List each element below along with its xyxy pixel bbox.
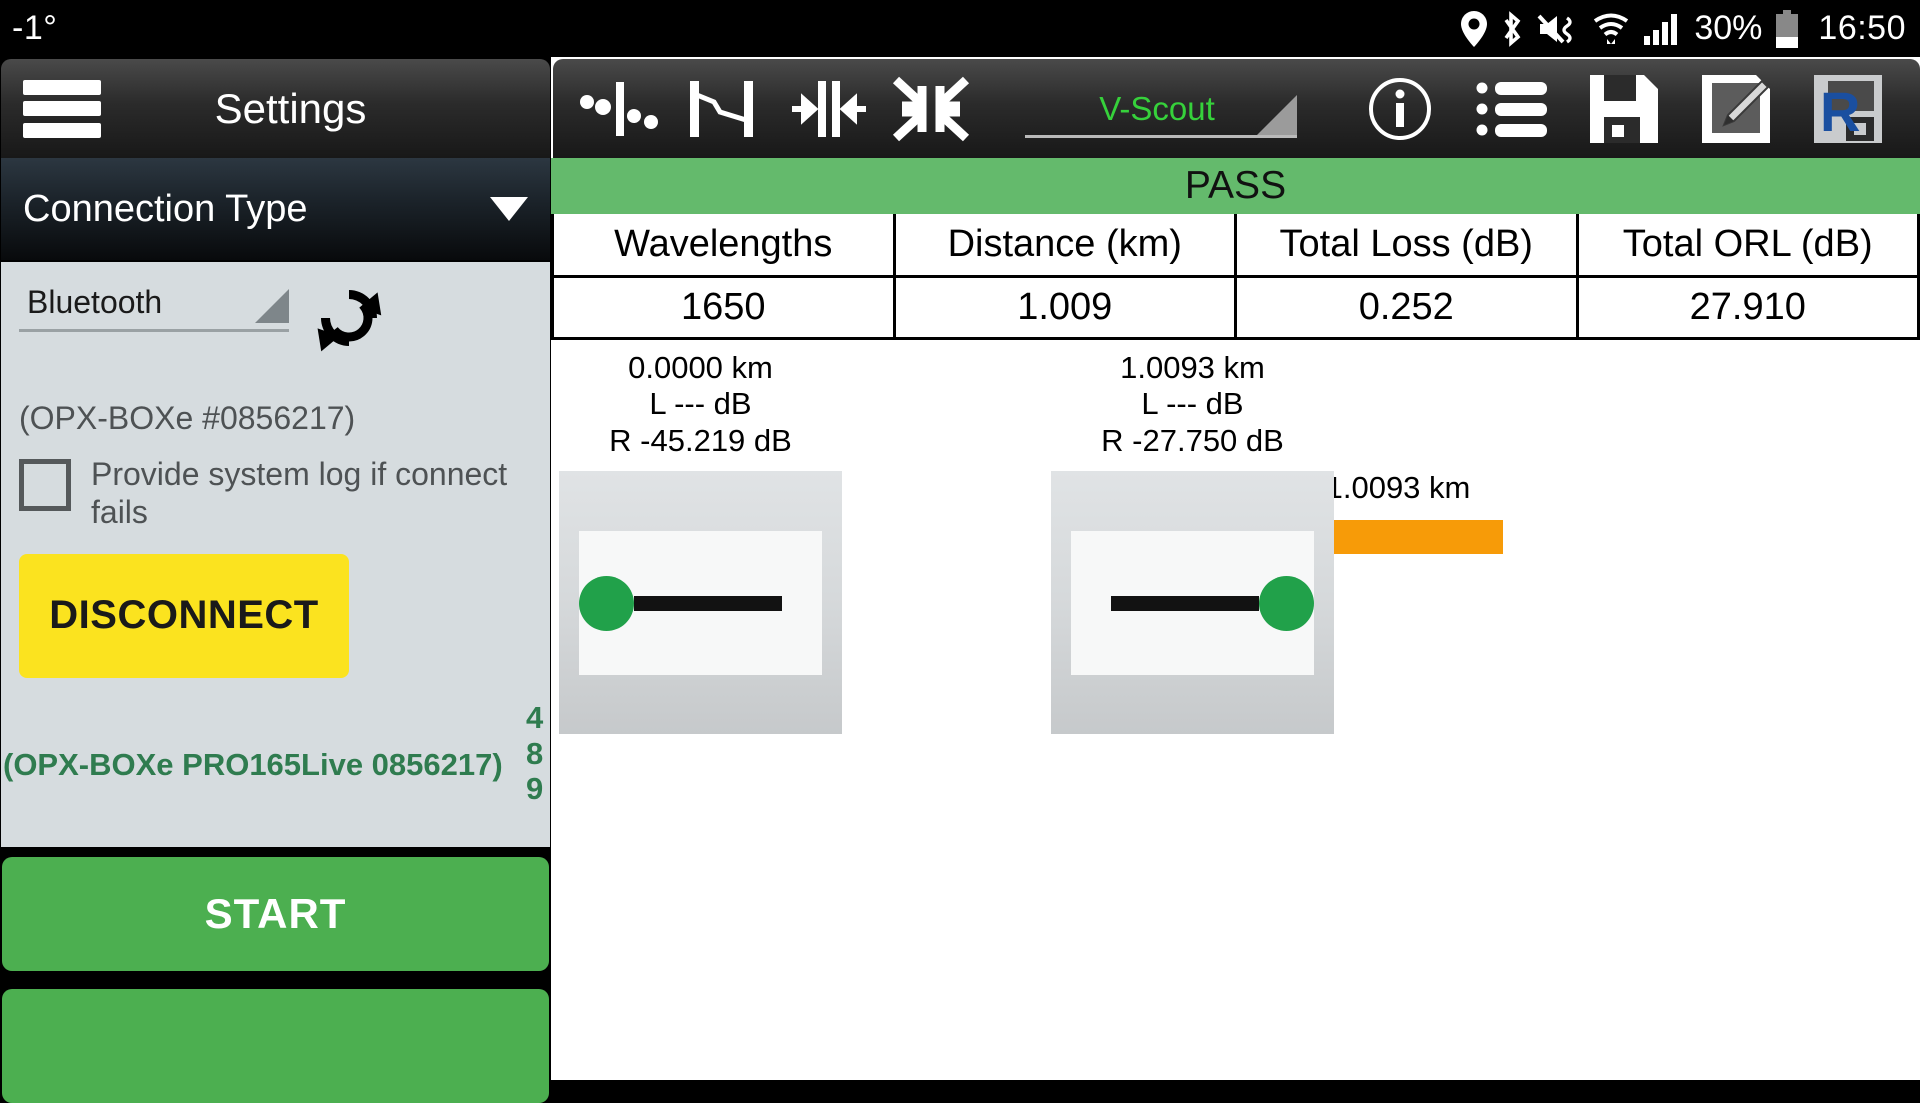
mode-spinner[interactable]: V-Scout	[1017, 59, 1297, 158]
transport-row: Bluetooth	[19, 284, 532, 356]
events-markers-icon[interactable]	[567, 59, 671, 158]
settings-header: Settings	[1, 59, 550, 158]
bluetooth-icon	[1504, 10, 1521, 47]
column-header: Wavelengths	[551, 214, 896, 278]
fiber-link-diagram: 0.0000 km L --- dB R -45.219 dB 1.0093 k…	[551, 339, 1920, 1000]
mute-vibrate-icon	[1537, 14, 1573, 43]
syslog-checkbox[interactable]	[19, 459, 71, 511]
fiber-event[interactable]: 0.0000 km L --- dB R -45.219 dB	[559, 350, 842, 735]
report-r-icon[interactable]: R	[1792, 59, 1904, 158]
secondary-action-button[interactable]	[2, 989, 549, 1103]
transport-spinner[interactable]: Bluetooth	[19, 284, 289, 332]
status-badge: PASS	[551, 158, 1920, 214]
spinner-caret-icon	[1257, 95, 1297, 135]
wifi-icon	[1594, 13, 1629, 44]
disconnect-button[interactable]: DISCONNECT	[19, 553, 349, 678]
spinner-underline	[1025, 135, 1297, 138]
event-distance-label: 1.0093 km	[1120, 349, 1265, 385]
refresh-sync-icon[interactable]	[311, 280, 387, 356]
fiber-icon-inner	[579, 531, 822, 676]
column-header: Total ORL (dB)	[1575, 214, 1920, 278]
info-icon[interactable]	[1344, 59, 1456, 158]
status-clock: 16:50	[1818, 9, 1906, 47]
event-loss-label: L --- dB	[1141, 386, 1244, 422]
fiber-line	[634, 595, 782, 611]
fiber-start-icon	[559, 471, 842, 735]
fiber-event[interactable]: 1.0093 km L --- dB R -27.750 dB	[1051, 350, 1334, 735]
cell-total-loss: 0.252	[1234, 274, 1579, 340]
spinner-caret-icon	[255, 289, 289, 323]
save-icon[interactable]	[1568, 59, 1680, 158]
settings-sidebar: Settings Connection Type Bluetooth (OPX-…	[0, 57, 551, 1103]
event-reflectance-label: R -27.750 dB	[1101, 422, 1284, 458]
device-id-label: (OPX-BOXe #0856217)	[19, 400, 356, 436]
device-extra-clipped-text: 489	[526, 700, 544, 807]
results-table: Wavelengths Distance (km) Total Loss (dB…	[551, 214, 1920, 340]
mode-spinner-value: V-Scout	[1099, 89, 1215, 127]
syslog-checkbox-row[interactable]: Provide system log if connect fails	[19, 455, 532, 532]
page-title: Settings	[214, 84, 367, 132]
table-header-row: Wavelengths Distance (km) Total Loss (dB…	[551, 214, 1920, 278]
span-markers-icon[interactable]	[775, 59, 879, 158]
battery-icon	[1776, 9, 1799, 48]
connection-type-label: Connection Type	[23, 187, 308, 230]
fiber-connector-dot	[1259, 575, 1314, 631]
zoom-fit-icon[interactable]	[879, 59, 983, 158]
otdr-toolbar: V-Scout R	[553, 59, 1920, 158]
syslog-checkbox-label: Provide system log if connect fails	[91, 456, 508, 531]
list-icon[interactable]	[1456, 59, 1568, 158]
status-temperature: -1°	[12, 9, 58, 47]
status-bar: -1° 30% 16:50	[0, 0, 1920, 57]
toolbar-right-group: R	[1344, 59, 1920, 158]
battery-percent-label: 30%	[1694, 9, 1763, 47]
cellular-signal-icon	[1644, 13, 1678, 45]
save-edit-icon[interactable]	[1680, 59, 1792, 158]
fiber-line	[1111, 595, 1259, 611]
chevron-down-icon	[490, 197, 528, 221]
event-reflectance-label: R -45.219 dB	[609, 422, 792, 458]
fiber-connector-dot	[579, 575, 634, 631]
cell-distance: 1.009	[892, 274, 1237, 340]
location-pin-icon	[1461, 10, 1488, 47]
connection-panel: Bluetooth (OPX-BOXe #0856217) Provide sy…	[1, 262, 550, 847]
start-button[interactable]: START	[2, 857, 549, 971]
hamburger-menu-icon[interactable]	[23, 79, 101, 138]
column-header: Total Loss (dB)	[1234, 214, 1579, 278]
fiber-end-icon	[1051, 471, 1334, 735]
event-distance-label: 0.0000 km	[628, 349, 773, 385]
toolbar-left-group	[553, 59, 983, 158]
cell-total-orl: 27.910	[1575, 274, 1920, 340]
status-icons-group: 30% 16:50	[1461, 9, 1920, 48]
connection-type-section-header[interactable]: Connection Type	[1, 158, 550, 260]
transport-spinner-value: Bluetooth	[27, 284, 163, 320]
main-panel: V-Scout R PASS Wavelengths Distance (km)…	[551, 57, 1920, 1080]
table-row: 1650 1.009 0.252 27.910	[551, 274, 1920, 340]
fiber-icon-inner	[1071, 531, 1314, 676]
column-header: Distance (km)	[892, 214, 1237, 278]
event-loss-label: L --- dB	[649, 386, 752, 422]
cell-wavelength: 1650	[551, 274, 896, 340]
svg-text:R: R	[1820, 80, 1860, 143]
device-status-text: (OPX-BOXe PRO165Live 0856217)	[3, 747, 503, 782]
trace-slope-icon[interactable]	[671, 59, 775, 158]
